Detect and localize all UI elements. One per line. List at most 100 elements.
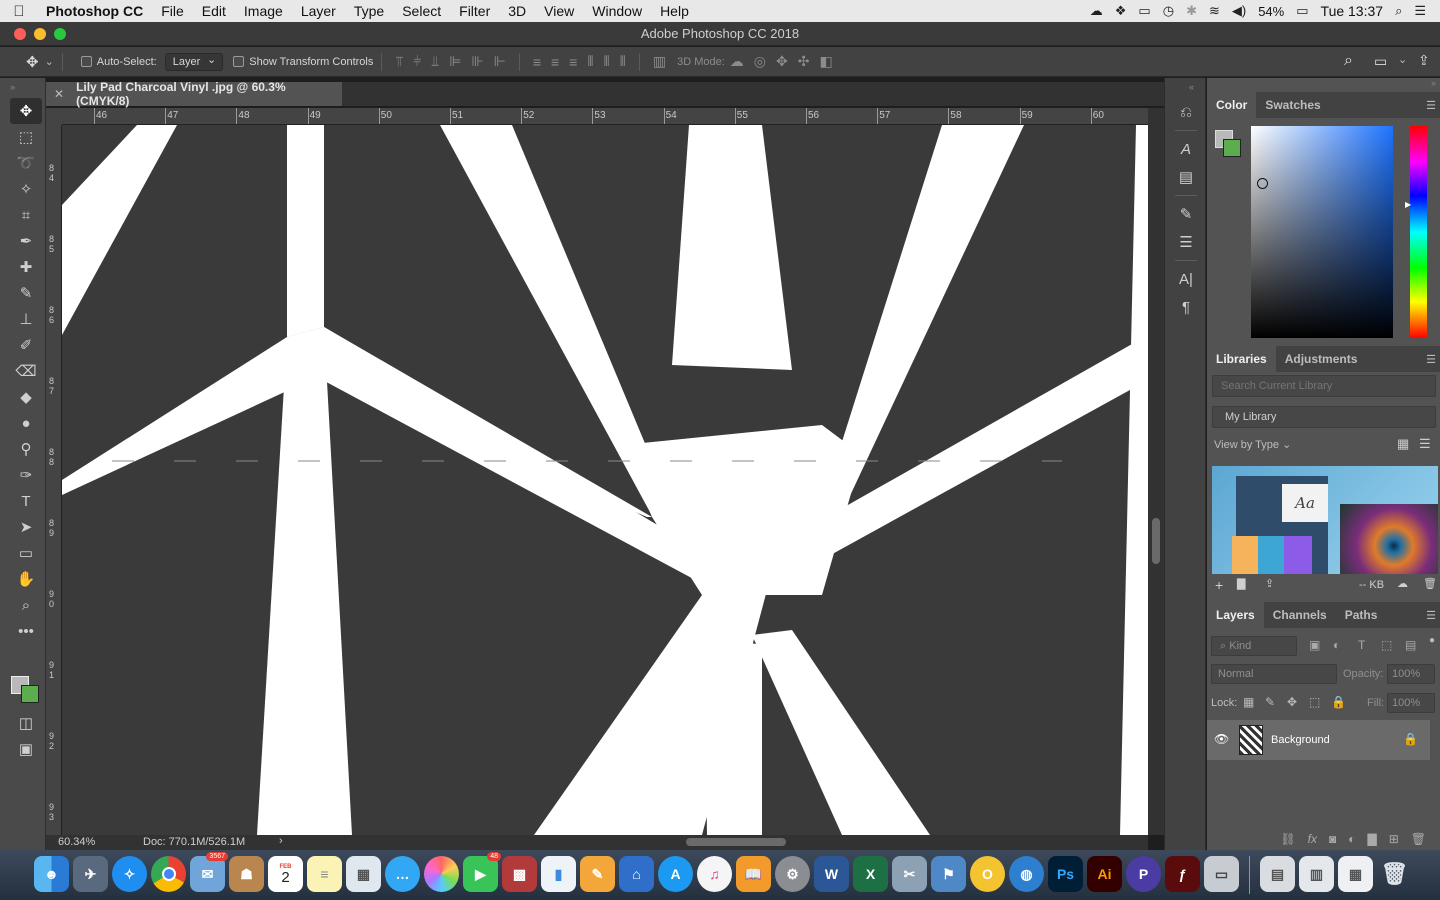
auto-select-checkbox[interactable]	[80, 56, 92, 67]
creative-cloud-icon[interactable]: ☁	[1090, 3, 1103, 19]
tab-swatches[interactable]: Swatches	[1256, 92, 1329, 118]
cloud-sync-icon[interactable]: ☁	[1397, 577, 1408, 590]
tab-layers[interactable]: Layers	[1207, 602, 1264, 628]
dropbox-icon[interactable]: ❖	[1115, 3, 1127, 19]
distribute-left-icon[interactable]: ⦀	[587, 53, 593, 70]
upload-icon[interactable]: ⇪	[1265, 577, 1274, 590]
library-select[interactable]: My Library	[1212, 406, 1436, 428]
paint-bucket-tool-icon[interactable]: ◆	[10, 384, 42, 410]
color-picker-cursor[interactable]	[1257, 178, 1268, 189]
time-machine-icon[interactable]: ◷	[1163, 3, 1174, 19]
notification-center-icon[interactable]: ☰	[1414, 3, 1426, 19]
list-view-icon[interactable]: ☰	[1419, 436, 1431, 452]
calendar-icon[interactable]: FEB 2	[268, 856, 303, 892]
tool-preset-chevron-icon[interactable]: ⌄	[45, 55, 54, 68]
app-store-icon[interactable]: A	[658, 856, 693, 892]
vertical-scrollbar[interactable]	[1148, 108, 1164, 835]
spotlight-icon[interactable]: ⌕	[1395, 3, 1402, 19]
numbers-icon[interactable]: ▮	[541, 856, 576, 892]
history-brush-tool-icon[interactable]: ✐	[10, 332, 42, 358]
path-selection-tool-icon[interactable]: ➤	[10, 514, 42, 540]
clock[interactable]: Tue 13:37	[1321, 3, 1384, 19]
panel-menu-icon[interactable]: ☰	[1426, 609, 1436, 622]
library-search-input[interactable]	[1212, 375, 1436, 397]
launchpad-icon[interactable]: ✈	[73, 856, 108, 892]
bluetooth-icon[interactable]: ✱	[1186, 3, 1197, 19]
share-icon[interactable]: ⇪	[1418, 52, 1430, 69]
clone-stamp-tool-icon[interactable]: ⊥	[10, 306, 42, 332]
eye-icon[interactable]: 👁	[1214, 732, 1229, 746]
3d-scale-icon[interactable]: ◧	[819, 53, 832, 70]
filter-shape-icon[interactable]: ⬚	[1381, 638, 1392, 652]
excel-icon[interactable]: X	[853, 856, 888, 892]
panel-collapse-icon[interactable]: »	[0, 78, 45, 98]
vertical-scroll-thumb[interactable]	[1152, 518, 1160, 564]
new-adjustment-icon[interactable]: ◐	[1348, 832, 1355, 846]
more-tools-icon[interactable]: •••	[10, 618, 42, 644]
eraser-tool-icon[interactable]: ⌫	[10, 358, 42, 384]
color-field[interactable]	[1251, 126, 1393, 338]
delete-icon[interactable]: 🗑	[1423, 577, 1437, 590]
brush-settings-icon[interactable]: ✎	[1165, 200, 1207, 228]
opacity-input[interactable]: 100%	[1387, 664, 1435, 684]
filter-smart-object-icon[interactable]: ▤	[1405, 638, 1416, 652]
distribute-hcenter-icon[interactable]: ⦀	[604, 53, 610, 70]
move-tool-icon[interactable]: ✥	[10, 98, 42, 124]
menu-view[interactable]: View	[535, 3, 583, 19]
fill-input[interactable]: 100%	[1387, 693, 1435, 713]
tab-adjustments[interactable]: Adjustments	[1276, 346, 1367, 372]
pen-tool-icon[interactable]: ✑	[10, 462, 42, 488]
messages-icon[interactable]: …	[385, 856, 420, 892]
lock-icon[interactable]: 🔒	[1403, 732, 1418, 746]
battery-icon[interactable]: ▭	[1296, 3, 1308, 19]
zoom-level[interactable]: 60.34%	[58, 836, 95, 848]
volume-icon[interactable]: ◀)	[1232, 3, 1246, 19]
search-icon[interactable]: ⌕	[1344, 52, 1353, 70]
menu-image[interactable]: Image	[235, 3, 292, 19]
lock-all-icon[interactable]: 🔒	[1331, 695, 1346, 709]
3d-pan-icon[interactable]: ✥	[776, 53, 788, 70]
apple-menu-icon[interactable]: 	[0, 3, 38, 20]
horizontal-scrollbar[interactable]	[290, 835, 1148, 850]
horizontal-ruler[interactable]: 46 47 48 49 50 51 52 53 54 55 56 57 58 59 60	[62, 108, 1148, 125]
network-icon[interactable]: ◍	[1009, 856, 1044, 892]
horizontal-scroll-thumb[interactable]	[686, 838, 786, 846]
quick-mask-icon[interactable]: ◫	[10, 710, 42, 736]
move-tool-preset-icon[interactable]: ✥	[26, 53, 39, 71]
filter-adjustment-icon[interactable]: ◐	[1333, 638, 1340, 652]
documents-stack-icon[interactable]: ▥	[1299, 856, 1334, 892]
wifi-icon[interactable]: ≋	[1209, 3, 1220, 19]
layer-kind-filter[interactable]: ⌕ Kind	[1211, 636, 1297, 656]
new-layer-icon[interactable]: ⊞	[1389, 832, 1399, 846]
ruler-origin[interactable]	[46, 108, 62, 125]
layer-name[interactable]: Background	[1271, 734, 1330, 746]
outlook-icon[interactable]: O	[970, 856, 1005, 892]
blend-mode-select[interactable]: Normal	[1211, 664, 1337, 684]
type-tool-icon[interactable]: T	[10, 488, 42, 514]
keynote-icon[interactable]: ⌂	[619, 856, 654, 892]
tab-paths[interactable]: Paths	[1336, 602, 1387, 628]
distribute-bottom-icon[interactable]: ≡	[569, 54, 577, 70]
distribute-top-icon[interactable]: ≡	[533, 54, 541, 70]
3d-orbit-icon[interactable]: ☁	[730, 53, 744, 70]
strip-collapse-icon[interactable]: «	[1165, 78, 1205, 98]
stack-icon[interactable]: ▦	[1338, 856, 1373, 892]
character-panel-icon[interactable]: A|	[1165, 265, 1207, 293]
close-document-icon[interactable]: ✕	[54, 87, 64, 101]
distribute-vcenter-icon[interactable]: ≡	[551, 54, 559, 70]
align-right-icon[interactable]: ⊩	[494, 53, 506, 70]
notes-icon[interactable]: ≡	[307, 856, 342, 892]
menu-layer[interactable]: Layer	[292, 3, 345, 19]
flash-icon[interactable]: ƒ	[1165, 856, 1200, 892]
add-mask-icon[interactable]: ◙	[1329, 832, 1336, 846]
menu-app-name[interactable]: Photoshop CC	[38, 3, 152, 19]
lasso-tool-icon[interactable]: ➰	[10, 150, 42, 176]
panel-menu-icon[interactable]: ☰	[1426, 353, 1436, 366]
hand-tool-icon[interactable]: ✋	[10, 566, 42, 592]
chrome-icon[interactable]	[151, 856, 186, 892]
align-top-icon[interactable]: ⫪	[395, 53, 403, 70]
color-panel-background[interactable]	[1223, 139, 1241, 157]
facetime-icon[interactable]: ▶ 48	[463, 852, 501, 892]
align-left-icon[interactable]: ⊫	[449, 53, 461, 70]
menu-3d[interactable]: 3D	[499, 3, 535, 19]
